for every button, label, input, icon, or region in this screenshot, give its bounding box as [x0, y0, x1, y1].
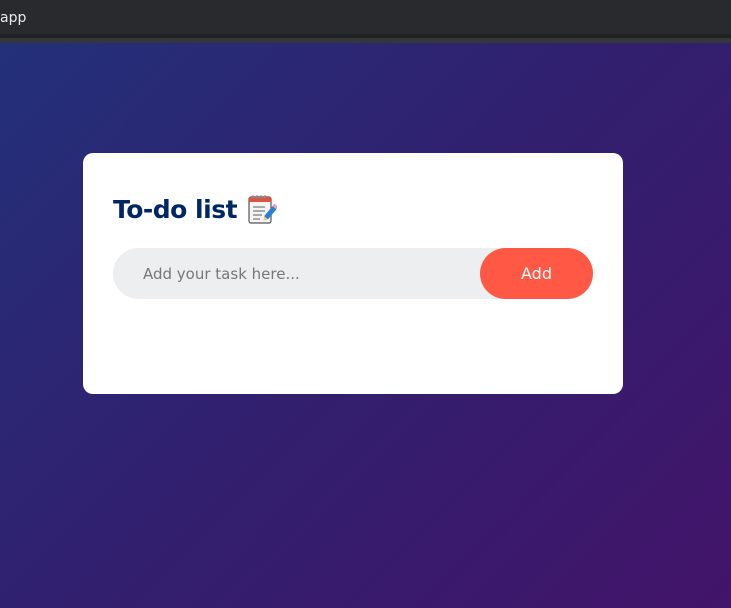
task-input-row: Add	[113, 248, 593, 299]
todo-heading: To-do list	[113, 193, 279, 225]
browser-tab-title: app	[0, 10, 27, 26]
notepad-pencil-icon	[247, 193, 279, 225]
page-title: To-do list	[113, 194, 238, 224]
browser-title-bar: app	[0, 0, 731, 38]
task-input[interactable]	[113, 248, 473, 299]
todo-card: To-do list Add your task here... Add	[83, 153, 623, 394]
add-button[interactable]: Add	[480, 248, 593, 299]
page-background: To-do list Add your task here... Add	[0, 43, 731, 608]
